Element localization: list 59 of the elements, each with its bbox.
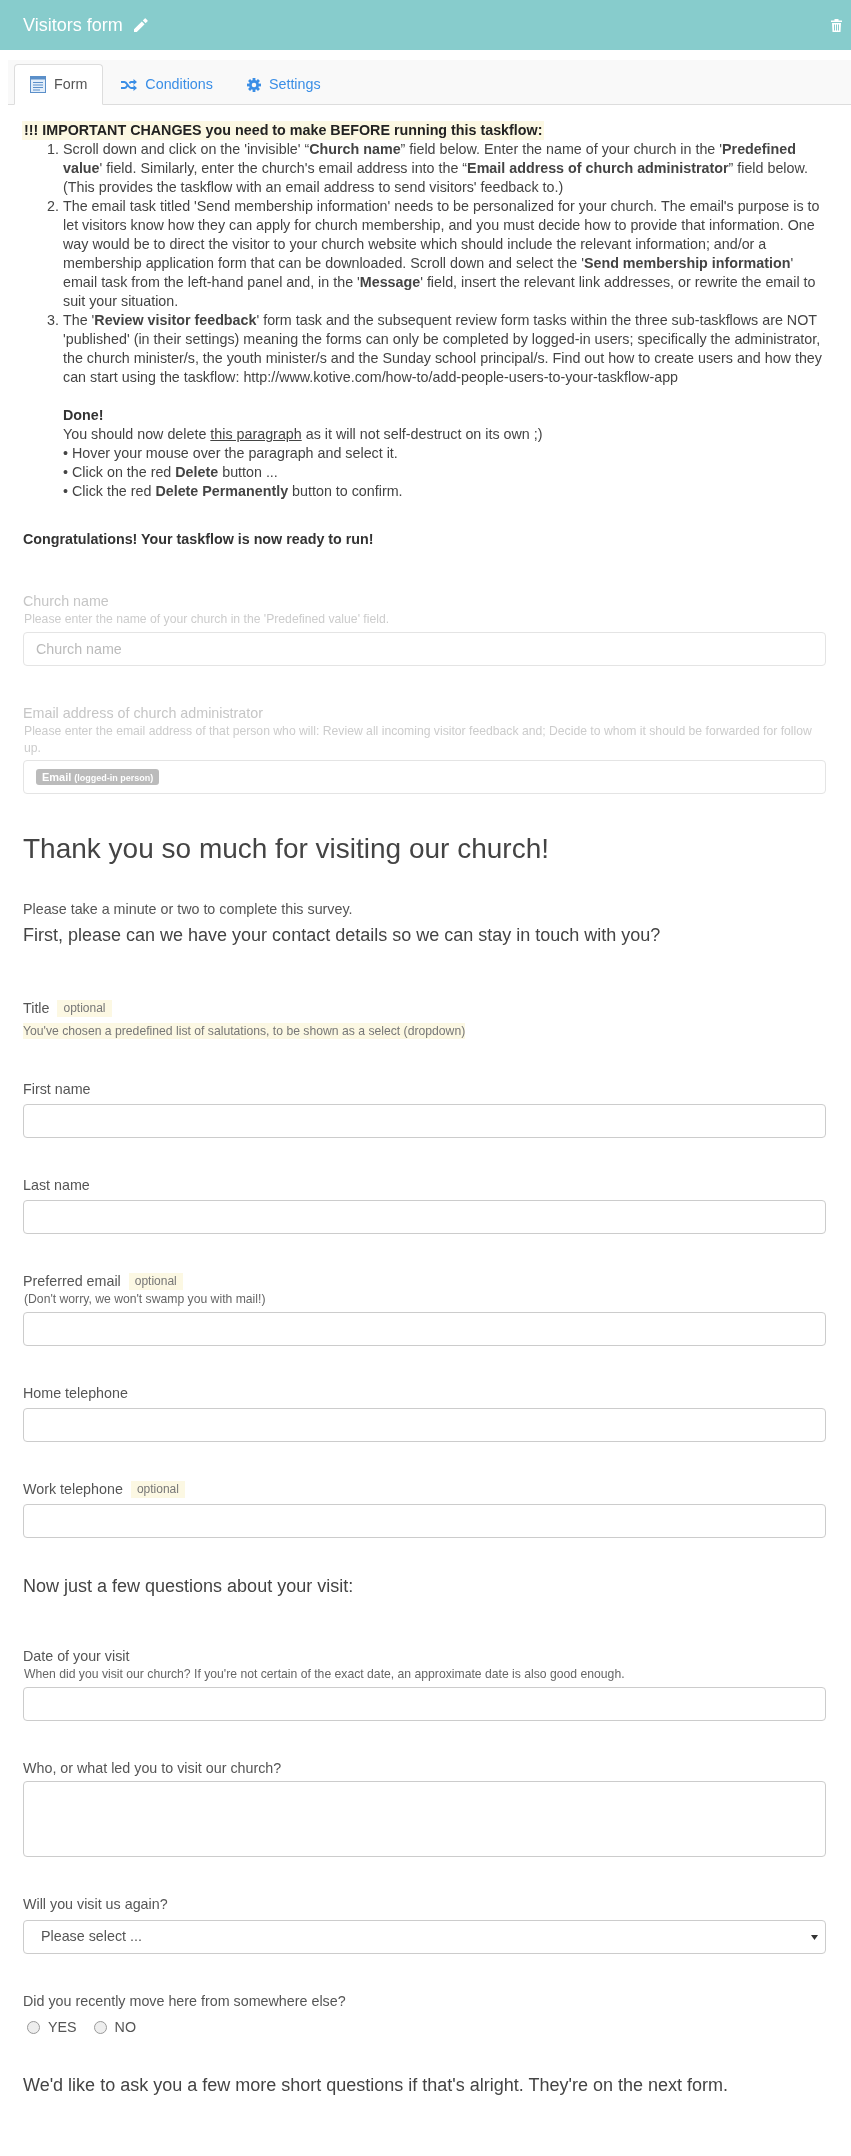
optional-badge: optional — [57, 999, 112, 1017]
text-input[interactable] — [23, 1312, 826, 1346]
step-text: The 'Review visitor feedback' form task and the subsequent review form tasks within the three sub-taskflows are NOT 'published' (in their settings) meaning the forms can only be completed by logged-in users; specifically the administrator, the church minister/s, the youth minister/s and the Sunday school principal/s. Find out how to create users and how they can start using the taskflow: http://www.kotive.com/how-to/add-people-users-to-your-taskflow-app — [63, 311, 823, 387]
step-number: 2. — [47, 197, 59, 216]
field-note: You've chosen a predefined list of salutations, to be shown as a select (dropdown) — [23, 1023, 466, 1039]
help-text: (Don't worry, we won't swamp you with mail!) — [24, 1291, 267, 1308]
pencil-icon[interactable] — [133, 18, 148, 32]
email-token: Email (logged-in person) — [36, 769, 160, 785]
instruction-step: • Click on the red Delete button ... — [63, 463, 826, 482]
field-label: Title — [23, 999, 50, 1018]
paragraph-link[interactable]: this paragraph — [210, 426, 302, 442]
text-input[interactable]: Church name — [23, 632, 826, 666]
optional-badge: optional — [130, 1480, 185, 1498]
option-label: NO — [114, 2018, 137, 2037]
help-text: When did you visit our church? If you're not certain of the exact date, an approximate date is also good enough. — [24, 1666, 626, 1683]
select-field[interactable]: Please select ... — [23, 1920, 826, 1954]
form-title: Visitors form — [23, 14, 123, 36]
step-text: Scroll down and click on the 'invisible' “Church name” field below. Enter the name of your church in the 'Predefined value' field. Similarly, enter the church's email address into the “Email address of church administrator” field below. (This provides the taskflow with an email address to send visitors' feedback to.) — [63, 140, 809, 197]
shuffle-icon — [121, 78, 138, 91]
step-number: 1. — [47, 140, 59, 159]
closing-text: We'd like to ask you a few more short questions if that's alright. They're on the next form. — [23, 2074, 729, 2096]
text-input[interactable] — [23, 1408, 826, 1442]
option-label: YES — [48, 2018, 77, 2037]
text-input[interactable] — [23, 1200, 826, 1234]
step-text: The email task titled 'Send membership information' needs to be personalized for your church. The email's purpose is to let visitors know how they can apply for church membership, and you must decide how to provide that information. One way would be to direct the visitor to your church website which should include the relevant information; and/or a membership application form that can be downloaded. Scroll down and select the 'Send membership information' email task from the left-hand panel and, in the 'Message' field, insert the relevant link addresses, or rewrite the email to suit your situation. — [63, 197, 821, 311]
instruction-step: • Hover your mouse over the paragraph and select it. — [63, 444, 826, 463]
field-label: Preferred email — [23, 1272, 121, 1291]
text-input[interactable] — [23, 1687, 826, 1721]
field-label: Home telephone — [23, 1384, 128, 1403]
congratulations-text: Congratulations! Your taskflow is now ready to run! — [23, 530, 375, 549]
gear-icon — [246, 77, 261, 92]
text-input[interactable] — [23, 1104, 826, 1138]
caret-icon — [811, 1934, 818, 1940]
section-heading: Now just a few questions about your visit: — [23, 1575, 355, 1597]
notice-heading: !!! IMPORTANT CHANGES you need to make BEFORE running this taskflow: — [22, 121, 545, 140]
survey-title: Thank you so much for visiting our church! — [23, 832, 550, 866]
document-icon — [30, 76, 46, 93]
field-label: Did you recently move here from somewhere else? — [23, 1992, 346, 2011]
text-input[interactable] — [23, 1504, 826, 1538]
tab[interactable]: Form — [14, 64, 104, 105]
radio-button[interactable] — [27, 2020, 40, 2034]
field-label: Work telephone — [23, 1480, 123, 1499]
instruction-text: You should now delete this paragraph as it will not self-destruct on its own ;) — [63, 425, 544, 444]
optional-badge: optional — [128, 1272, 183, 1290]
textarea-field[interactable] — [23, 1781, 826, 1857]
field-label: Church name — [23, 592, 109, 611]
radio-button[interactable] — [93, 2020, 107, 2034]
field-label: Who, or what led you to visit our church? — [23, 1759, 282, 1778]
field-label: Email address of church administrator — [23, 704, 263, 723]
field-label: First name — [23, 1080, 91, 1099]
instruction-step: • Click the red Delete Permanently button to confirm. — [63, 482, 826, 501]
step-number: 3. — [47, 311, 59, 330]
field-label: Date of your visit — [23, 1647, 130, 1666]
section-heading: First, please can we have your contact details so we can stay in touch with you? — [23, 924, 662, 946]
intro-text: Please take a minute or two to complete this survey. — [23, 900, 354, 919]
field-label: Last name — [23, 1176, 90, 1195]
field-label: Will you visit us again? — [23, 1895, 168, 1914]
done-heading: Done! — [63, 406, 105, 425]
trash-icon[interactable] — [831, 18, 842, 32]
